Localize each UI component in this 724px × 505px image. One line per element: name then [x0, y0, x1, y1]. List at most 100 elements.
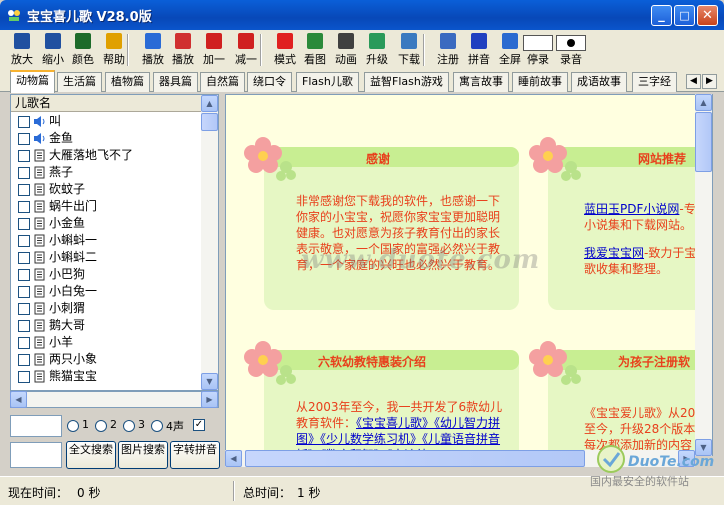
list-item[interactable]: 砍蚊子 [11, 181, 201, 198]
tab-4[interactable]: 自然篇 [200, 72, 245, 92]
search-input[interactable] [10, 442, 62, 468]
tone-checkbox[interactable]: ✓ [193, 419, 205, 431]
tab-1[interactable]: 生活篇 [57, 72, 102, 92]
song-name: 小刺猬 [49, 301, 86, 315]
toolbar-button-13[interactable]: 注册 [433, 32, 463, 68]
song-name: 两只小象 [49, 352, 98, 366]
song-checkbox[interactable] [18, 167, 30, 179]
toolbar-button-6[interactable]: 加一 [199, 32, 229, 68]
scroll-up-icon[interactable]: ▲ [695, 94, 712, 111]
close-button[interactable]: ✕ [697, 5, 718, 26]
toolbar-button-11[interactable]: 升级 [362, 32, 392, 68]
document-icon [34, 285, 45, 298]
toolbar-button-4[interactable]: 播放 [138, 32, 168, 68]
pdf-novel-link[interactable]: 蓝田玉PDF小说网 [584, 202, 679, 216]
song-list-hscrollbar[interactable]: ◀ ▶ [10, 391, 219, 408]
scroll-right-icon[interactable]: ▶ [201, 391, 218, 408]
tab-10[interactable]: 成语故事 [571, 72, 627, 92]
tab-7[interactable]: 益智Flash游戏 [364, 72, 449, 92]
list-item[interactable]: 熊猫宝宝 [11, 368, 201, 385]
document-icon [34, 217, 45, 230]
toolbar-button-2[interactable]: 颜色 [68, 32, 98, 68]
list-item[interactable]: 小蝌蚪二 [11, 249, 201, 266]
tab-6[interactable]: Flash儿歌 [296, 72, 359, 92]
list-item[interactable]: 大雁落地飞不了 [11, 147, 201, 164]
list-item[interactable]: 小白兔一 [11, 283, 201, 300]
song-checkbox[interactable] [18, 371, 30, 383]
list-item[interactable]: 两只小象 [11, 351, 201, 368]
list-item[interactable]: 小巴狗 [11, 266, 201, 283]
scroll-left-icon[interactable]: ◀ [10, 391, 27, 408]
toolbar-button-16[interactable]: 停录 [523, 32, 553, 68]
thanks-card-header [264, 147, 519, 167]
radio-4[interactable] [151, 420, 163, 432]
tab-0[interactable]: 动物篇 [10, 70, 55, 93]
song-checkbox[interactable] [18, 235, 30, 247]
tab-9[interactable]: 睡前故事 [512, 72, 568, 92]
toolbar-button-8[interactable]: 模式 [270, 32, 300, 68]
scroll-thumb[interactable] [201, 113, 218, 131]
song-checkbox[interactable] [18, 133, 30, 145]
scroll-left-icon[interactable]: ◀ [225, 450, 242, 467]
toolbar-button-0[interactable]: 放大 [7, 32, 37, 68]
document-icon [34, 268, 45, 281]
radio-2[interactable] [95, 420, 107, 432]
hscroll-thumb[interactable] [245, 450, 585, 467]
list-item[interactable]: 鹅大哥 [11, 317, 201, 334]
song-checkbox[interactable] [18, 116, 30, 128]
tab-8[interactable]: 寓言故事 [453, 72, 509, 92]
toolbar-button-9[interactable]: 看图 [300, 32, 330, 68]
list-item[interactable]: 蜗牛出门 [11, 198, 201, 215]
tab-scroll-left-icon[interactable]: ◀ [686, 74, 701, 89]
song-checkbox[interactable] [18, 252, 30, 264]
song-list-scrollbar[interactable]: ▲ ▼ [201, 95, 218, 390]
list-item[interactable]: 小刺猬 [11, 300, 201, 317]
song-list-header[interactable]: 儿歌名 [11, 95, 201, 112]
list-item[interactable]: 叫 [11, 113, 201, 130]
tab-2[interactable]: 植物篇 [105, 72, 150, 92]
song-checkbox[interactable] [18, 354, 30, 366]
song-checkbox[interactable] [18, 201, 30, 213]
toolbar-button-1[interactable]: 缩小 [38, 32, 68, 68]
scroll-down-icon[interactable]: ▼ [201, 373, 218, 390]
toolbar-button-10[interactable]: 动画 [331, 32, 361, 68]
toolbar-label: 停录 [527, 53, 549, 66]
list-item[interactable]: 小蝌蚪一 [11, 232, 201, 249]
toolbar-button-17[interactable]: 录音 [556, 32, 586, 68]
tab-5[interactable]: 绕口令 [247, 72, 292, 92]
tab-11[interactable]: 三字经 [632, 72, 677, 92]
picture-search-button[interactable]: 图片搜索 [118, 441, 168, 469]
song-checkbox[interactable] [18, 269, 30, 281]
maximize-button[interactable]: □ [674, 5, 695, 26]
toolbar-button-15[interactable]: 全屏 [495, 32, 525, 68]
song-checkbox[interactable] [18, 184, 30, 196]
song-checkbox[interactable] [18, 320, 30, 332]
toolbar-button-7[interactable]: 减一 [231, 32, 261, 68]
radio-1[interactable] [67, 420, 79, 432]
scroll-thumb[interactable] [695, 112, 712, 172]
toolbar-button-5[interactable]: 播放 [168, 32, 198, 68]
song-checkbox[interactable] [18, 337, 30, 349]
song-checkbox[interactable] [18, 303, 30, 315]
baby-site-link[interactable]: 我爱宝宝网 [584, 246, 644, 260]
to-pinyin-button[interactable]: 字转拼音 [170, 441, 220, 469]
tab-scroll-right-icon[interactable]: ▶ [702, 74, 717, 89]
song-checkbox[interactable] [18, 150, 30, 162]
value-input[interactable] [10, 415, 62, 437]
list-item[interactable]: 燕子 [11, 164, 201, 181]
song-checkbox[interactable] [18, 286, 30, 298]
list-item[interactable]: 金鱼 [11, 130, 201, 147]
tab-3[interactable]: 器具篇 [153, 72, 198, 92]
toolbar-button-14[interactable]: 拼音 [464, 32, 494, 68]
toolbar-label: 颜色 [72, 53, 94, 66]
toolbar-button-3[interactable]: 帮助 [99, 32, 129, 68]
scroll-up-icon[interactable]: ▲ [201, 95, 218, 112]
radio-3[interactable] [123, 420, 135, 432]
list-item[interactable]: 小羊 [11, 334, 201, 351]
toolbar-button-12[interactable]: 下载 [394, 32, 424, 68]
song-checkbox[interactable] [18, 218, 30, 230]
content-scrollbar[interactable]: ▲ ▼ [695, 94, 712, 456]
fulltext-search-button[interactable]: 全文搜索 [66, 441, 116, 469]
list-item[interactable]: 小金鱼 [11, 215, 201, 232]
minimize-button[interactable]: _ [651, 5, 672, 26]
